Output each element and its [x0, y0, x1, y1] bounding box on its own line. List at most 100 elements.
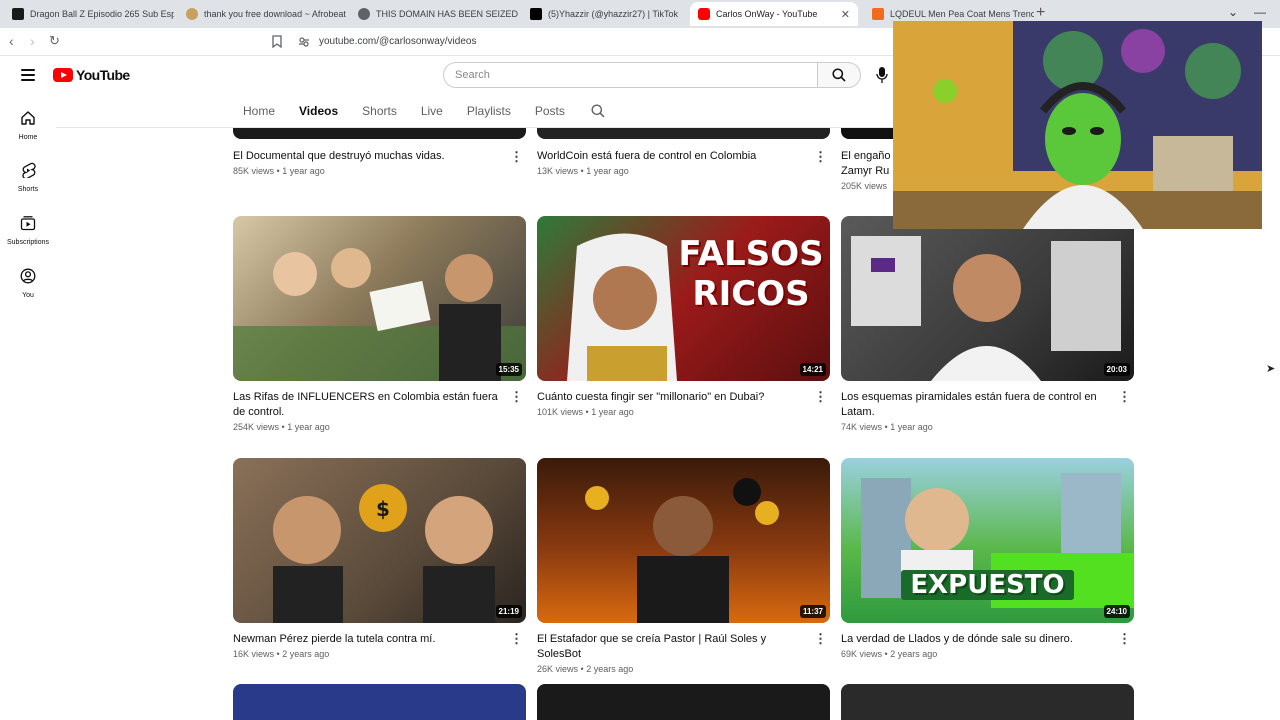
more-options-icon[interactable]: ⋮ — [814, 390, 827, 403]
video-duration: 20:03 — [1103, 363, 1130, 376]
sidebar-item-subscriptions[interactable]: Subscriptions — [0, 215, 56, 246]
video-meta: 69K views • 2 years ago — [841, 649, 938, 659]
site-settings-icon[interactable] — [298, 36, 310, 48]
video-meta: 85K views • 1 year ago — [233, 166, 325, 176]
back-icon[interactable]: ‹ — [9, 33, 14, 49]
video-meta: 26K views • 2 years ago — [537, 664, 634, 674]
video-duration: 14:21 — [799, 363, 826, 376]
thumbnail-caption: FALSOS RICOS — [678, 234, 824, 314]
more-options-icon[interactable]: ⋮ — [814, 632, 827, 645]
minimize-icon[interactable]: — — [1254, 5, 1266, 19]
sidebar-item-you[interactable]: You — [0, 268, 56, 299]
browser-tab[interactable]: Dragon Ball Z Episodio 265 Sub Espa — [4, 2, 174, 26]
video-meta: 74K views • 1 year ago — [841, 422, 933, 432]
thumbnail-caption: EXPUESTO — [901, 570, 1074, 600]
video-title[interactable]: Cuánto cuesta fingir ser "millonario" en… — [537, 390, 830, 405]
browser-tab[interactable]: thank you free download ~ Afrobeat — [178, 2, 348, 26]
microphone-icon[interactable] — [876, 66, 888, 84]
browser-tab[interactable]: THIS DOMAIN HAS BEEN SEIZED — [350, 2, 520, 26]
mouse-cursor-icon: ➤ — [1266, 363, 1276, 375]
subscriptions-icon — [20, 216, 36, 231]
video-duration: 15:35 — [495, 363, 522, 376]
more-options-icon[interactable]: ⋮ — [510, 632, 523, 645]
video-thumbnail[interactable]: $ 21:19 — [233, 458, 526, 623]
more-options-icon[interactable]: ⋮ — [510, 390, 523, 403]
thumbnail-art — [233, 248, 526, 381]
video-title[interactable]: WorldCoin está fuera de control en Colom… — [537, 149, 830, 164]
tab-live[interactable]: Live — [421, 104, 443, 118]
video-thumbnail[interactable] — [841, 684, 1134, 720]
sidebar-item-home[interactable]: Home — [0, 110, 56, 141]
video-card[interactable]: 15:35 Las Rifas de INFLUENCERS en Colomb… — [233, 216, 526, 432]
youtube-logo[interactable]: YouTube — [53, 67, 130, 83]
tab-posts[interactable]: Posts — [535, 104, 565, 118]
video-meta: 254K views • 1 year ago — [233, 422, 330, 432]
video-title[interactable]: Newman Pérez pierde la tutela contra mí. — [233, 632, 526, 647]
tab-videos[interactable]: Videos — [299, 104, 338, 118]
video-thumbnail[interactable] — [233, 128, 526, 139]
tiktok-icon — [530, 8, 542, 20]
tab-home[interactable]: Home — [243, 104, 275, 118]
video-title[interactable]: Las Rifas de INFLUENCERS en Colombia est… — [233, 390, 526, 420]
close-icon[interactable]: ✕ — [841, 8, 850, 21]
video-meta: 101K views • 1 year ago — [537, 407, 634, 417]
site-icon — [872, 8, 884, 20]
video-thumbnail[interactable]: EXPUESTO 24:10 — [841, 458, 1134, 623]
more-options-icon[interactable]: ⋮ — [814, 150, 827, 163]
video-meta: 13K views • 1 year ago — [537, 166, 629, 176]
bookmark-icon[interactable] — [272, 35, 282, 48]
tab-shorts[interactable]: Shorts — [362, 104, 397, 118]
menu-icon[interactable] — [21, 69, 35, 81]
svg-text:$: $ — [376, 497, 390, 521]
site-icon — [186, 8, 198, 20]
video-card[interactable]: 20:03 Los esquemas piramidales están fue… — [841, 216, 1134, 432]
video-thumbnail[interactable]: 11:37 — [537, 458, 830, 623]
browser-tab[interactable]: (5)Yhazzir (@yhazzir27) | TikTok — [522, 2, 692, 26]
video-duration: 11:37 — [799, 605, 826, 618]
video-title[interactable]: El Estafador que se creía Pastor | Raúl … — [537, 632, 830, 662]
channel-tabs: Home Videos Shorts Live Playlists Posts — [243, 96, 605, 126]
reload-icon[interactable]: ↻ — [49, 33, 60, 49]
sidebar-item-shorts[interactable]: Shorts — [0, 162, 56, 193]
new-tab-icon[interactable]: + — [1036, 4, 1045, 22]
video-meta: 16K views • 2 years ago — [233, 649, 330, 659]
url-field[interactable]: youtube.com/@carlosonway/videos — [319, 36, 476, 47]
video-title[interactable]: La verdad de Llados y de dónde sale su d… — [841, 632, 1134, 647]
search-button[interactable] — [817, 62, 861, 88]
video-title[interactable]: El Documental que destruyó muchas vidas. — [233, 149, 526, 164]
video-duration: 21:19 — [495, 605, 522, 618]
globe-icon — [358, 8, 370, 20]
search-box — [443, 62, 817, 88]
video-thumbnail[interactable]: 15:35 — [233, 216, 526, 381]
browser-tab-active[interactable]: Carlos OnWay - YouTube ✕ — [690, 2, 858, 26]
thumbnail-art — [851, 236, 1121, 381]
tab-playlists[interactable]: Playlists — [467, 104, 511, 118]
video-thumbnail[interactable]: FALSOS RICOS 14:21 — [537, 216, 830, 381]
video-duration: 24:10 — [1103, 605, 1130, 618]
home-icon — [21, 111, 35, 125]
video-title[interactable]: Los esquemas piramidales están fuera de … — [841, 390, 1134, 420]
video-thumbnail[interactable] — [233, 684, 526, 720]
more-options-icon[interactable]: ⋮ — [1118, 632, 1131, 645]
video-card[interactable]: $ 21:19 Newman Pérez pierde la tutela co… — [233, 458, 526, 659]
search-input[interactable] — [444, 63, 817, 87]
video-thumbnail[interactable] — [537, 128, 830, 139]
video-thumbnail[interactable]: 20:03 — [841, 216, 1134, 381]
more-options-icon[interactable]: ⋮ — [1118, 390, 1131, 403]
shorts-icon — [22, 162, 36, 180]
video-card[interactable]: EXPUESTO 24:10 La verdad de Llados y de … — [841, 458, 1134, 659]
channel-search-icon[interactable] — [591, 104, 605, 118]
youtube-logo-icon — [53, 68, 73, 82]
video-card[interactable]: FALSOS RICOS 14:21 Cuánto cuesta fingir … — [537, 216, 830, 417]
webcam-feed-image — [893, 21, 1262, 229]
chevron-down-icon[interactable]: ⌄ — [1228, 5, 1238, 19]
account-icon — [20, 268, 36, 284]
thumbnail-art — [585, 478, 779, 623]
video-card[interactable]: El Documental que destruyó muchas vidas.… — [233, 128, 526, 176]
forward-icon[interactable]: › — [30, 33, 35, 49]
video-thumbnail[interactable] — [537, 684, 830, 720]
more-options-icon[interactable]: ⋮ — [510, 150, 523, 163]
video-card[interactable]: 11:37 El Estafador que se creía Pastor |… — [537, 458, 830, 674]
thumbnail-art: $ — [273, 484, 495, 623]
video-card[interactable]: WorldCoin está fuera de control en Colom… — [537, 128, 830, 176]
